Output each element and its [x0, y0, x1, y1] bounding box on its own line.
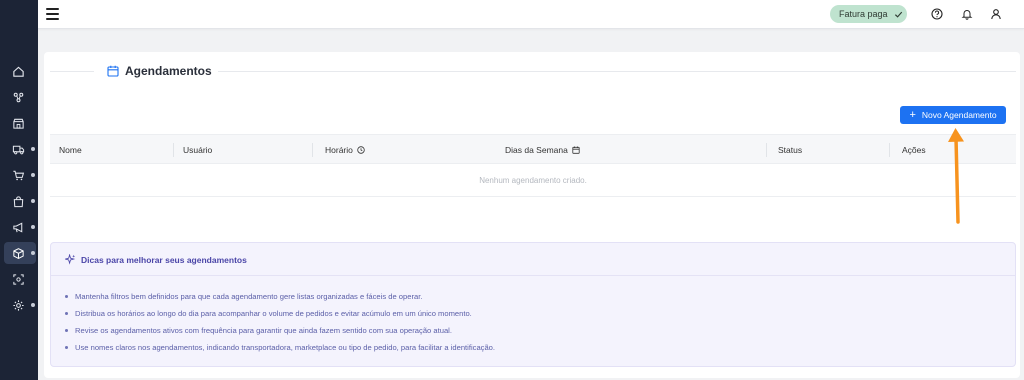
truck-icon — [12, 145, 25, 154]
column-separator — [889, 143, 890, 157]
status-badge: Fatura paga — [830, 5, 907, 23]
sidebar-item-store[interactable] — [4, 112, 36, 134]
column-separator — [173, 143, 174, 157]
megaphone-icon — [13, 221, 23, 233]
column-header-label: Horário — [325, 145, 353, 155]
sidebar-item-scanner[interactable] — [4, 268, 36, 290]
status-badge-label: Fatura paga — [839, 9, 888, 19]
expand-dot — [31, 199, 35, 203]
expand-dot — [31, 147, 35, 151]
column-header[interactable]: Nome — [59, 145, 82, 155]
top-bar: Fatura paga — [0, 0, 1024, 29]
tip-item: Mantenha filtros bem definidos para que … — [65, 292, 422, 301]
column-header-time[interactable]: Horário — [325, 145, 365, 155]
sidebar-item-integrations[interactable] — [4, 86, 36, 108]
calendar-icon — [572, 146, 580, 154]
tips-title: Dicas para melhorar seus agendamentos — [81, 254, 247, 265]
expand-dot — [31, 251, 35, 255]
check-icon — [894, 11, 902, 18]
tip-text: Distribua os horários ao longo do dia pa… — [75, 309, 472, 318]
expand-dot — [31, 225, 35, 229]
new-schedule-label: Novo Agendamento — [921, 110, 997, 120]
divider — [218, 71, 1016, 72]
menu-icon[interactable] — [46, 8, 59, 20]
tip-text: Mantenha filtros bem definidos para que … — [75, 292, 423, 301]
store-icon — [13, 118, 24, 129]
sidebar-item-inventory[interactable] — [4, 242, 36, 264]
column-header[interactable]: Usuário — [183, 145, 212, 155]
integrations-icon — [13, 92, 24, 102]
expand-dot — [31, 173, 35, 177]
table-header: Nome Usuário Horário Dias da Semana Stat… — [50, 134, 1016, 164]
sidebar-item-settings[interactable] — [4, 294, 36, 316]
empty-state: Nenhum agendamento criado. — [50, 165, 1016, 197]
column-header-label: Dias da Semana — [505, 145, 568, 155]
sidebar-item-home[interactable] — [4, 60, 36, 82]
tip-text: Use nomes claros nos agendamentos, indic… — [75, 343, 496, 352]
sidebar-item-shipping[interactable] — [4, 138, 36, 160]
scan-icon — [13, 273, 24, 285]
tip-item: Revise os agendamentos ativos com frequê… — [65, 326, 452, 335]
user-icon[interactable] — [990, 8, 1002, 20]
bag-icon — [13, 195, 24, 207]
divider — [51, 275, 1015, 276]
cart-icon — [13, 170, 25, 180]
home-icon — [13, 66, 24, 77]
tip-text: Revise os agendamentos ativos com frequê… — [75, 326, 452, 335]
help-icon[interactable] — [931, 8, 943, 20]
box-icon — [13, 247, 24, 259]
clock-icon — [357, 146, 365, 154]
column-header-days[interactable]: Dias da Semana — [505, 145, 580, 155]
sidebar-item-orders[interactable] — [4, 164, 36, 186]
page-title: Agendamentos — [125, 64, 212, 78]
sidebar-item-marketing[interactable] — [4, 216, 36, 238]
column-header[interactable]: Status — [778, 145, 802, 155]
new-schedule-button[interactable]: + Novo Agendamento — [900, 106, 1006, 124]
page-header: Agendamentos — [107, 64, 212, 78]
expand-dot — [31, 303, 35, 307]
annotation-arrow — [948, 128, 964, 224]
tips-panel: Dicas para melhorar seus agendamentos Ma… — [50, 242, 1016, 367]
sidebar-item-products[interactable] — [4, 190, 36, 212]
column-separator — [766, 143, 767, 157]
column-header: Ações — [902, 145, 926, 155]
column-separator — [312, 143, 313, 157]
divider — [50, 71, 94, 72]
bell-icon[interactable] — [961, 8, 973, 20]
tips-header: Dicas para melhorar seus agendamentos — [65, 254, 247, 265]
tip-item: Use nomes claros nos agendamentos, indic… — [65, 343, 495, 352]
sparkle-icon — [65, 254, 76, 265]
sidebar — [0, 0, 38, 380]
tip-item: Distribua os horários ao longo do dia pa… — [65, 309, 472, 318]
plus-icon: + — [909, 108, 916, 121]
calendar-icon — [107, 65, 119, 77]
gear-icon — [13, 299, 24, 311]
